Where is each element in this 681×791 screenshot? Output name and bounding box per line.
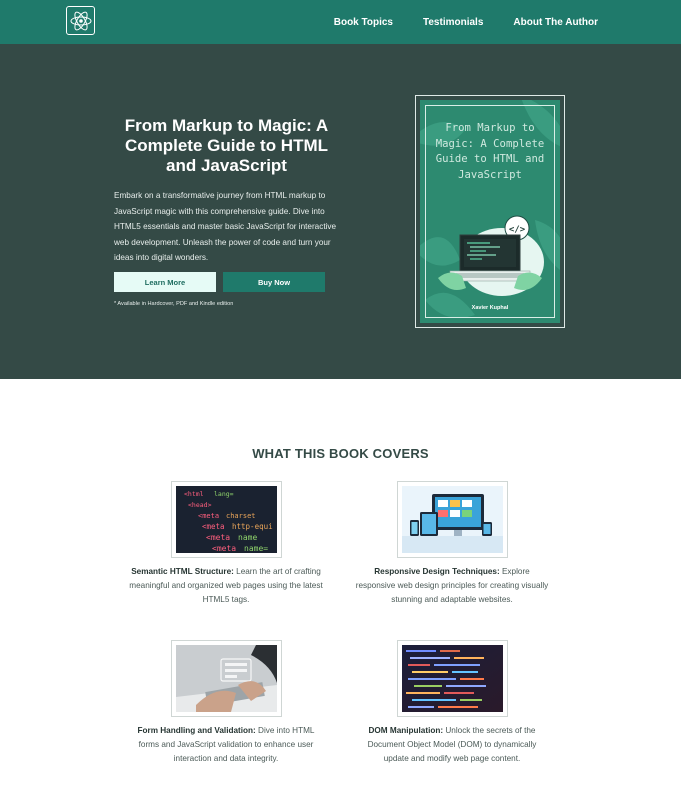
form-handling-description: Form Handling and Validation: Dive into … — [128, 724, 324, 766]
book-cover-frame: </> From Markup to Magic: A Complete Gui… — [415, 95, 565, 328]
svg-text:charset: charset — [226, 512, 256, 520]
semantic-html-heading: Semantic HTML Structure: — [131, 567, 234, 576]
responsive-design-description: Responsive Design Techniques: Explore re… — [354, 565, 550, 607]
dom-manipulation-heading: DOM Manipulation: — [368, 726, 444, 735]
learn-more-button[interactable]: Learn More — [114, 272, 216, 292]
buy-now-button[interactable]: Buy Now — [223, 272, 325, 292]
svg-text:<head>: <head> — [188, 501, 212, 509]
svg-text:name=: name= — [244, 544, 268, 553]
form-handling-image — [171, 640, 282, 717]
nav-link-testimonials[interactable]: Testimonials — [423, 17, 483, 28]
section-title: WHAT THIS BOOK COVERS — [252, 446, 429, 461]
svg-text:lang=: lang= — [214, 490, 234, 498]
top-nav: Book Topics Testimonials About The Autho… — [0, 0, 681, 44]
hero-section: From Markup to Magic: A Complete Guide t… — [0, 44, 681, 379]
svg-text:http-equi: http-equi — [232, 522, 273, 531]
svg-text:<meta: <meta — [198, 512, 219, 520]
svg-text:<meta: <meta — [202, 522, 225, 531]
svg-text:<meta: <meta — [206, 533, 230, 542]
responsive-design-image — [397, 481, 508, 558]
atom-logo-icon[interactable] — [66, 6, 95, 35]
svg-text:<html: <html — [184, 490, 204, 498]
form-handling-heading: Form Handling and Validation: — [137, 726, 256, 735]
semantic-html-description: Semantic HTML Structure: Learn the art o… — [128, 565, 324, 607]
nav-link-about-author[interactable]: About The Author — [513, 17, 598, 28]
semantic-html-image: <html lang= <head> <meta charset <meta http… — [171, 481, 282, 558]
book-cover-author: Xavier Kuphal — [471, 305, 509, 311]
availability-note: * Available in Hardcover, PDF and Kindle… — [114, 301, 234, 307]
responsive-design-heading: Responsive Design Techniques: — [374, 567, 500, 576]
dom-manipulation-image — [397, 640, 508, 717]
svg-text:<meta: <meta — [212, 544, 236, 553]
svg-text:name: name — [238, 533, 257, 542]
hero-title: From Markup to Magic: A Complete Guide t… — [124, 116, 329, 175]
nav-links: Book Topics Testimonials About The Autho… — [334, 0, 598, 44]
book-cover-title: From Markup to Magic: A Complete Guide t… — [435, 122, 545, 181]
dom-manipulation-description: DOM Manipulation: Unlock the secrets of … — [354, 724, 550, 766]
nav-link-book-topics[interactable]: Book Topics — [334, 17, 393, 28]
hero-description: Embark on a transformative journey from … — [114, 191, 337, 263]
book-cover: </> From Markup to Magic: A Complete Gui… — [420, 100, 560, 323]
